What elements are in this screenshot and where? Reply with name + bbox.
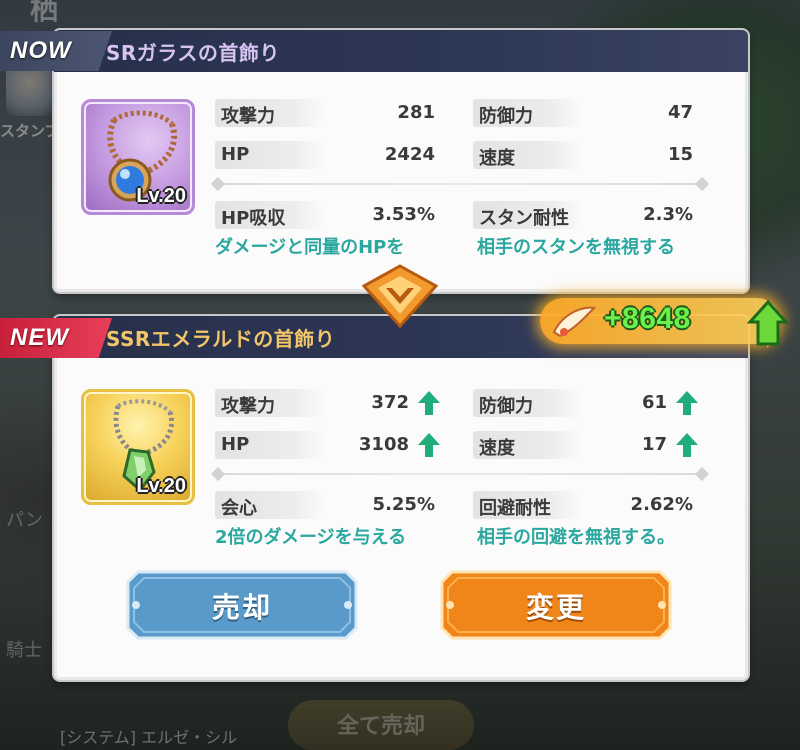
stats-divider [210, 466, 710, 482]
stat-row-defense: 防御力 61 [473, 389, 703, 417]
swap-down-arrow-icon [362, 264, 438, 328]
substat-desc-hp-drain: ダメージと同量のHPを [215, 237, 405, 258]
substat-row-hp-drain: HP吸収 3.53% [215, 201, 445, 229]
stats-divider [210, 176, 710, 192]
sell-button-label: 売却 [211, 591, 272, 624]
current-item-icon[interactable]: Lv.20 [81, 99, 195, 215]
current-equipment-panel: SRガラスの首飾り Lv.20 攻撃力 281 防御力 47 HP 2424 速… [54, 30, 748, 292]
stat-up-arrow-icon [676, 391, 698, 415]
power-change-badge: +8648 [540, 294, 800, 350]
stat-up-arrow-icon [418, 433, 440, 457]
substat-row-stun-resist: スタン耐性 2.3% [473, 201, 703, 229]
substat-desc-critical: 2倍のダメージを与える [215, 527, 407, 548]
current-equipment-header: SRガラスの首飾り [54, 30, 748, 72]
stat-row-defense: 防御力 47 [473, 99, 703, 127]
stat-value: 2424 [384, 144, 435, 165]
stat-value: 372 [371, 392, 409, 413]
substat-name: HP吸収 [221, 208, 286, 229]
new-item-icon[interactable]: Lv.20 [81, 389, 195, 505]
stat-value: 281 [397, 102, 435, 123]
stat-up-arrow-icon [418, 391, 440, 415]
stat-value: 47 [667, 102, 693, 123]
stat-name: 防御力 [479, 106, 533, 127]
substat-value: 2.62% [630, 494, 693, 515]
stat-name: HP [221, 434, 250, 455]
current-equipment-title: SRガラスの首飾り [106, 41, 280, 65]
substat-row-evasion-resist: 回避耐性 2.62% [473, 491, 703, 519]
change-button-label: 変更 [525, 591, 586, 624]
substat-name: スタン耐性 [479, 208, 569, 229]
now-tag: NOW [0, 31, 112, 71]
substat-value: 3.53% [372, 204, 435, 225]
power-up-arrow-icon [746, 299, 790, 348]
substat-name: 会心 [221, 498, 257, 519]
stat-row-speed: 速度 15 [473, 141, 703, 169]
new-equipment-title: SSRエメラルドの首飾り [106, 327, 336, 351]
stat-value: 3108 [358, 434, 409, 455]
stat-row-attack: 攻撃力 372 [215, 389, 445, 417]
weapon-power-icon [552, 306, 597, 338]
sell-button[interactable]: 売却 [124, 568, 360, 642]
new-item-level: Lv.20 [136, 475, 186, 497]
stat-row-hp: HP 2424 [215, 141, 445, 169]
stat-name: 速度 [479, 438, 515, 459]
stat-value: 17 [641, 434, 667, 455]
stat-name: 攻撃力 [221, 106, 275, 127]
stat-up-arrow-icon [676, 433, 698, 457]
substat-value: 2.3% [643, 204, 693, 225]
change-button[interactable]: 変更 [438, 568, 674, 642]
stat-row-speed: 速度 17 [473, 431, 703, 459]
substat-desc-stun-resist: 相手のスタンを無視する [477, 237, 675, 258]
substat-name: 回避耐性 [479, 498, 551, 519]
stat-row-attack: 攻撃力 281 [215, 99, 445, 127]
substat-row-critical: 会心 5.25% [215, 491, 445, 519]
new-tag: NEW [0, 318, 112, 358]
stat-value: 61 [641, 392, 667, 413]
stat-row-hp: HP 3108 [215, 431, 445, 459]
stat-name: HP [221, 144, 250, 165]
stat-value: 15 [667, 144, 693, 165]
power-change-value: +8648 [604, 302, 691, 335]
stat-name: 防御力 [479, 396, 533, 417]
substat-value: 5.25% [372, 494, 435, 515]
current-item-level: Lv.20 [136, 185, 186, 207]
stat-name: 攻撃力 [221, 396, 275, 417]
stat-name: 速度 [479, 148, 515, 169]
substat-desc-evasion-resist: 相手の回避を無視する。 [477, 527, 675, 548]
